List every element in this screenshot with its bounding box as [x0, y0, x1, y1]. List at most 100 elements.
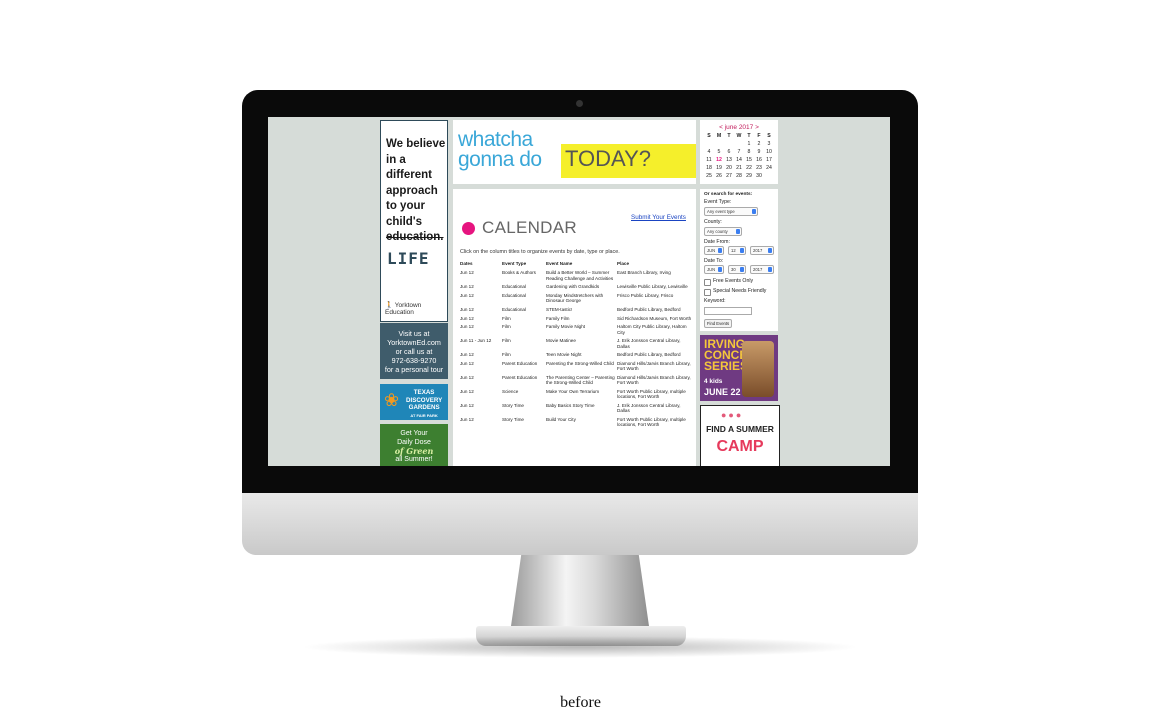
- row-event-name[interactable]: Gardening with Grandkids: [546, 284, 617, 289]
- special-needs-checkbox[interactable]: [704, 289, 711, 296]
- calendar-day[interactable]: 15: [744, 157, 754, 164]
- row-event-name[interactable]: The Parenting Center – Parenting the Str…: [546, 375, 617, 386]
- calendar-day[interactable]: 27: [724, 173, 734, 180]
- ad-line: all Summer!: [395, 455, 433, 463]
- calendar-day[interactable]: 14: [734, 157, 744, 164]
- event-type-select[interactable]: Any event type: [704, 207, 758, 216]
- table-row: Jun 12 Film Teen Movie Night Bedford Public…: [460, 352, 692, 357]
- column-header-place[interactable]: Place: [617, 261, 692, 266]
- ad-line: in a: [386, 153, 406, 166]
- keyword-input[interactable]: [704, 307, 752, 315]
- event-search-panel: Or search for events: Event Type: Any ev…: [700, 189, 778, 331]
- date-from-month-select[interactable]: JUN: [704, 246, 724, 255]
- camp-icons: ●●●: [721, 410, 744, 420]
- free-events-checkbox[interactable]: [704, 279, 711, 286]
- irving-date: JUNE 22: [704, 387, 741, 397]
- summer-camp-ad[interactable]: ●●● FIND A SUMMER CAMP: [700, 405, 780, 466]
- calendar-day[interactable]: 26: [714, 173, 724, 180]
- calendar-day[interactable]: 13: [724, 157, 734, 164]
- calendar-day[interactable]: 10: [764, 149, 774, 156]
- table-row: Jun 12 Educational Monday Mindstretchers w…: [460, 293, 692, 304]
- row-event-name[interactable]: Teen Movie Night: [546, 352, 617, 357]
- irving-concert-ad[interactable]: IRVING CONCERT SERIES 4 kids JUNE 22: [700, 335, 778, 401]
- ad-line: TEXAS: [413, 389, 435, 396]
- calendar-day[interactable]: 22: [744, 165, 754, 172]
- calendar-day[interactable]: 17: [764, 157, 774, 164]
- ad-line: DISCOVERY: [406, 396, 443, 404]
- prev-month-button[interactable]: <: [719, 124, 723, 131]
- calendar-intro: Click on the column titles to organize e…: [460, 249, 620, 255]
- calendar-day[interactable]: 21: [734, 165, 744, 172]
- row-event-name[interactable]: Family Film: [546, 316, 617, 321]
- calendar-day[interactable]: 7: [734, 149, 744, 156]
- calendar-day[interactable]: 5: [714, 149, 724, 156]
- row-event-name[interactable]: STEM-tastic!: [546, 307, 617, 312]
- date-to-year-select[interactable]: 2017: [750, 265, 774, 274]
- date-from-day-select[interactable]: 12: [728, 246, 746, 255]
- row-event-name[interactable]: Movie Matinee: [546, 338, 617, 349]
- table-row: Jun 12 Story Time Build Your City Fort Wort…: [460, 417, 692, 428]
- row-event-name[interactable]: Baby Basics Story Time: [546, 403, 617, 414]
- row-event-name[interactable]: Family Movie Night: [546, 324, 617, 335]
- row-event-name[interactable]: Build Your City: [546, 417, 617, 428]
- calendar-day[interactable]: 25: [704, 173, 714, 180]
- calendar-day[interactable]: 30: [754, 173, 764, 180]
- weekday-label: T: [727, 133, 731, 139]
- row-date: Jun 12: [460, 388, 474, 394]
- ad-line: child's: [386, 215, 422, 228]
- banner-today: TODAY?: [565, 146, 651, 171]
- date-to-month-select[interactable]: JUN: [704, 265, 724, 274]
- column-header-dates[interactable]: Dates: [460, 261, 502, 266]
- row-date: Jun 11 - Jun 12: [460, 338, 492, 344]
- calendar-day[interactable]: 29: [744, 173, 754, 180]
- row-event-type: Educational: [502, 293, 527, 298]
- calendar-day[interactable]: 9: [754, 149, 764, 156]
- next-month-button[interactable]: >: [755, 124, 759, 131]
- calendar-day[interactable]: 1: [744, 141, 754, 148]
- calendar-day[interactable]: 19: [714, 165, 724, 172]
- calendar-day[interactable]: 2: [754, 141, 764, 148]
- site-banner[interactable]: whatcha gonna do TODAY?: [453, 120, 696, 184]
- date-from-label: Date From:: [704, 239, 730, 245]
- mini-calendar-grid: S M T W T F S 1 2 3 4 5 6 7 8 9 10 11 12 13 14 15 16 17 18 19 20 21…: [704, 133, 778, 180]
- calendar-day[interactable]: 20: [724, 165, 734, 172]
- row-event-type: Educational: [502, 307, 527, 312]
- calendar-day[interactable]: 24: [764, 165, 774, 172]
- date-to-day-select[interactable]: 30: [728, 265, 746, 274]
- row-event-type: Film: [502, 315, 511, 321]
- texas-discovery-gardens-ad[interactable]: ❀ TEXAS DISCOVERY GARDENS AT FAIR PARK: [380, 384, 448, 420]
- calendar-day[interactable]: 12: [714, 157, 724, 164]
- row-event-name[interactable]: Build a Better World – Summer Reading Ch…: [546, 270, 617, 281]
- table-row: Jun 12 Parent Education The Parenting Cent…: [460, 375, 692, 386]
- table-row: Jun 12 Film Family Film Sid Richardson Muse…: [460, 316, 692, 321]
- ad-line: YorktownEd.com: [387, 338, 441, 347]
- daily-dose-green-ad[interactable]: Get Your Daily Dose of Green all Summer!: [380, 424, 448, 466]
- submit-events-link[interactable]: Submit Your Events: [631, 214, 686, 221]
- column-header-event-type[interactable]: Event Type: [502, 261, 546, 266]
- row-place: J. Erik Jonsson Central Library, Dallas: [617, 338, 681, 349]
- yorktown-ad[interactable]: We believe in a different approach to yo…: [380, 120, 448, 322]
- row-event-name[interactable]: Monday Mindstretchers with Dinosaur Geor…: [546, 293, 617, 304]
- ad-line: 972-638-9270: [391, 356, 437, 365]
- ad-line: AT FAIR PARK: [410, 412, 438, 418]
- calendar-day[interactable]: 18: [704, 165, 714, 172]
- row-event-type: Educational: [502, 284, 527, 290]
- yorktown-logo: 🚶 Yorktown Education: [385, 301, 447, 316]
- calendar-day[interactable]: 23: [754, 165, 764, 172]
- date-from-year-select[interactable]: 2017: [750, 246, 774, 255]
- calendar-day[interactable]: 16: [754, 157, 764, 164]
- calendar-day[interactable]: 6: [724, 149, 734, 156]
- calendar-day[interactable]: 8: [744, 149, 754, 156]
- calendar-day[interactable]: 28: [734, 173, 744, 180]
- row-event-name[interactable]: Parenting the Strong-Willed Child: [546, 361, 617, 372]
- calendar-day[interactable]: 11: [704, 157, 714, 164]
- row-event-name[interactable]: Make Your Own Terrarium: [546, 389, 617, 400]
- find-events-button[interactable]: Find Events: [704, 319, 733, 328]
- table-header: Dates Event Type Event Name Place: [460, 261, 692, 266]
- calendar-day[interactable]: 3: [764, 141, 774, 148]
- yorktown-contact-ad[interactable]: Visit us at YorktownEd.com or call us at…: [380, 323, 448, 379]
- county-select[interactable]: Any county: [704, 227, 742, 236]
- column-header-event-name[interactable]: Event Name: [546, 261, 617, 266]
- row-place: Haltom City Public Library, Haltom City: [617, 324, 687, 335]
- calendar-day[interactable]: 4: [704, 149, 714, 156]
